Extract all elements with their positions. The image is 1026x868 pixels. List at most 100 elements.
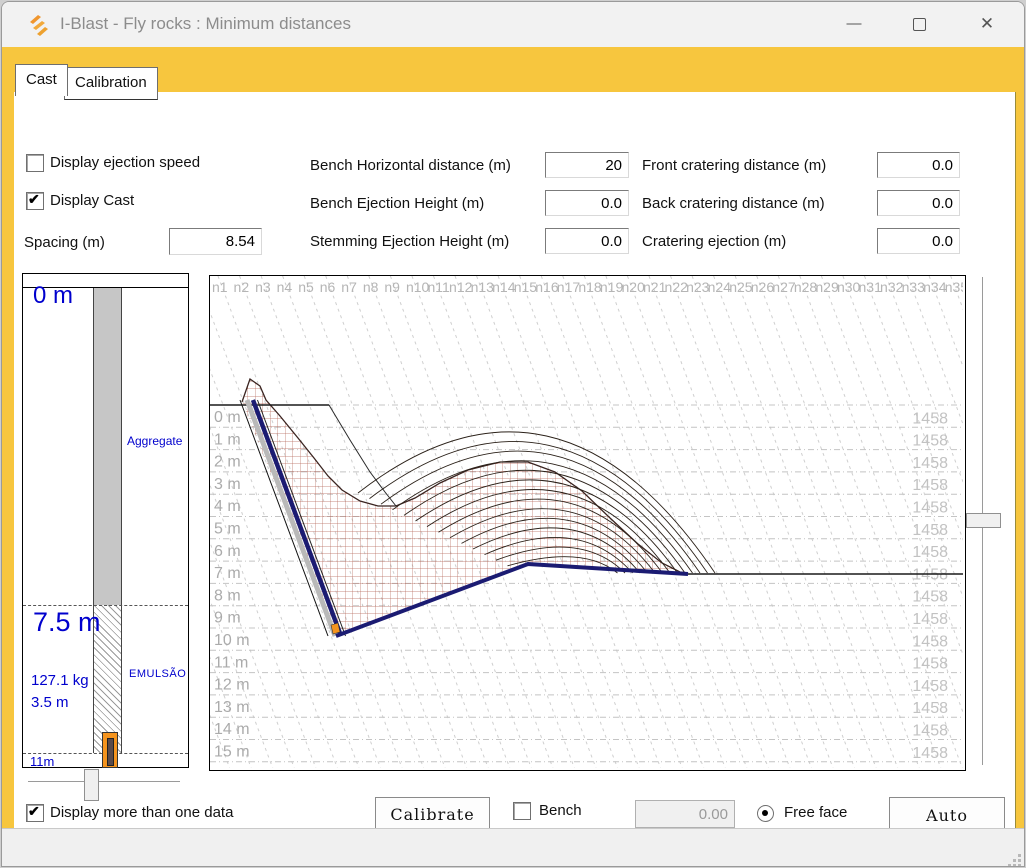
free-face-label: Free face	[784, 804, 847, 821]
hole-number-label: n19	[600, 279, 624, 295]
stemming-ejection-height-label: Stemming Ejection Height (m)	[310, 233, 509, 250]
distance-value-label: 1458	[912, 633, 948, 650]
depth-label: 7 m	[214, 565, 241, 582]
depth-label: 6 m	[214, 543, 241, 560]
depth-label: 12 m	[214, 677, 250, 694]
maximize-button[interactable]	[902, 10, 936, 38]
hole-number-label: n28	[794, 279, 818, 295]
display-ejection-speed-label: Display ejection speed	[50, 154, 200, 171]
section-chart[interactable]: 0 m1 m2 m3 m4 m5 m6 m7 m8 m9 m10 m11 m12…	[209, 275, 966, 771]
depth-slider-track[interactable]	[28, 781, 180, 783]
hole-number-label: n1	[212, 279, 228, 295]
hole-number-label: n24	[708, 279, 732, 295]
depth-label: 15 m	[214, 744, 250, 761]
borehole-column-panel: 0 m Aggregate 7.5 m 127.1 kg 3.5 m EMULS…	[22, 273, 189, 768]
depth-label: 1 m	[214, 431, 241, 448]
hole-number-label: n5	[298, 279, 314, 295]
depth-slider-thumb[interactable]	[84, 769, 99, 801]
hole-number-label: n3	[255, 279, 271, 295]
hole-number-label: n12	[449, 279, 473, 295]
back-cratering-distance-label: Back cratering distance (m)	[642, 195, 825, 212]
muckpile-fill	[242, 379, 688, 636]
cratering-ejection-label: Cratering ejection (m)	[642, 233, 786, 250]
hole-number-label: n35	[945, 279, 963, 295]
display-more-label: Display more than one data	[50, 804, 233, 821]
charge-top-depth-label: 7.5 m	[33, 607, 101, 638]
hole-number-label: n20	[621, 279, 645, 295]
bench-checkbox[interactable]	[513, 802, 531, 820]
hole-number-label: n33	[902, 279, 926, 295]
depth-label: 9 m	[214, 610, 241, 627]
cast-tab-page: Display ejection speed Display Cast Spac…	[14, 92, 1016, 828]
hole-number-label: n8	[363, 279, 379, 295]
title-bar[interactable]: I-Blast - Fly rocks : Minimum distances …	[2, 2, 1024, 47]
tab-cast[interactable]: Cast	[15, 64, 68, 96]
bench-ejection-height-label: Bench Ejection Height (m)	[310, 195, 484, 212]
cratering-ejection-input[interactable]	[877, 228, 960, 254]
depth-label: 11 m	[214, 654, 248, 671]
distance-value-label: 1458	[912, 522, 948, 539]
display-cast-checkbox[interactable]	[26, 192, 44, 210]
distance-value-label: 1458	[912, 455, 948, 472]
spacing-label: Spacing (m)	[24, 234, 105, 251]
maximize-icon	[913, 18, 926, 31]
hole-number-label: n31	[859, 279, 883, 295]
distance-value-label: 1458	[912, 544, 948, 561]
distance-value-label: 1458	[912, 700, 948, 717]
status-strip	[2, 828, 1024, 867]
hole-number-label: n10	[406, 279, 430, 295]
window-title: I-Blast - Fly rocks : Minimum distances	[60, 14, 351, 34]
charge-top-line	[23, 605, 188, 606]
dialog-client-area: Cast Calibration Display ejection speed …	[2, 47, 1024, 828]
distance-value-label: 1458	[912, 589, 948, 606]
explosive-label: EMULSÃO	[129, 668, 186, 680]
bench-value-input[interactable]	[635, 800, 735, 828]
depth-label: 16 m	[214, 766, 250, 768]
hole-number-label: n14	[492, 279, 516, 295]
hole-number-label: n23	[686, 279, 710, 295]
hole-number-label: n27	[772, 279, 796, 295]
distance-value-label: 1458	[912, 678, 948, 695]
distance-value-label: 1458	[912, 723, 948, 740]
distance-value-label: 1458	[912, 410, 948, 427]
free-face-radio[interactable]	[757, 805, 774, 822]
distance-value-label: 1458	[912, 566, 948, 583]
calibrate-button[interactable]: Calibrate	[375, 797, 490, 832]
depth-label: 5 m	[214, 521, 241, 538]
hole-number-label: n15	[514, 279, 538, 295]
bench-horizontal-distance-label: Bench Horizontal distance (m)	[310, 157, 511, 174]
hole-number-label: n16	[535, 279, 559, 295]
bench-horizontal-distance-input[interactable]	[545, 152, 629, 178]
depth-label: 2 m	[214, 454, 241, 471]
distance-value-label: 1458	[912, 477, 948, 494]
tab-calibration[interactable]: Calibration	[64, 67, 158, 100]
display-ejection-speed-checkbox[interactable]	[26, 154, 44, 172]
distance-value-label: 1458	[912, 433, 948, 450]
top-depth-label: 0 m	[33, 282, 73, 310]
front-cratering-distance-input[interactable]	[877, 152, 960, 178]
close-button[interactable]: ✕	[970, 10, 1004, 38]
spacing-input[interactable]	[169, 228, 262, 255]
back-cratering-distance-input[interactable]	[877, 190, 960, 216]
depth-label: 3 m	[214, 476, 241, 493]
depth-label: 8 m	[214, 587, 241, 604]
distance-value-label: 1458	[912, 611, 948, 628]
stemming-ejection-height-input[interactable]	[545, 228, 629, 254]
hole-number-label: n13	[471, 279, 495, 295]
depth-label: 13 m	[214, 699, 250, 716]
stemming-column	[93, 288, 122, 605]
depth-label: 10 m	[214, 632, 250, 649]
bench-ejection-height-input[interactable]	[545, 190, 629, 216]
hole-number-label: n30	[837, 279, 861, 295]
hole-number-label: n18	[578, 279, 602, 295]
resize-grip-icon[interactable]	[1007, 853, 1021, 867]
hole-number-label: n6	[320, 279, 336, 295]
hole-number-label: n4	[277, 279, 293, 295]
charge-length-label: 3.5 m	[31, 694, 69, 711]
chart-vertical-slider-thumb[interactable]	[966, 513, 1001, 528]
depth-label: 14 m	[214, 721, 250, 738]
display-more-checkbox[interactable]	[26, 804, 44, 822]
hole-number-label: n9	[384, 279, 400, 295]
hole-number-label: n11	[428, 279, 451, 295]
minimize-button[interactable]: —	[837, 10, 871, 38]
